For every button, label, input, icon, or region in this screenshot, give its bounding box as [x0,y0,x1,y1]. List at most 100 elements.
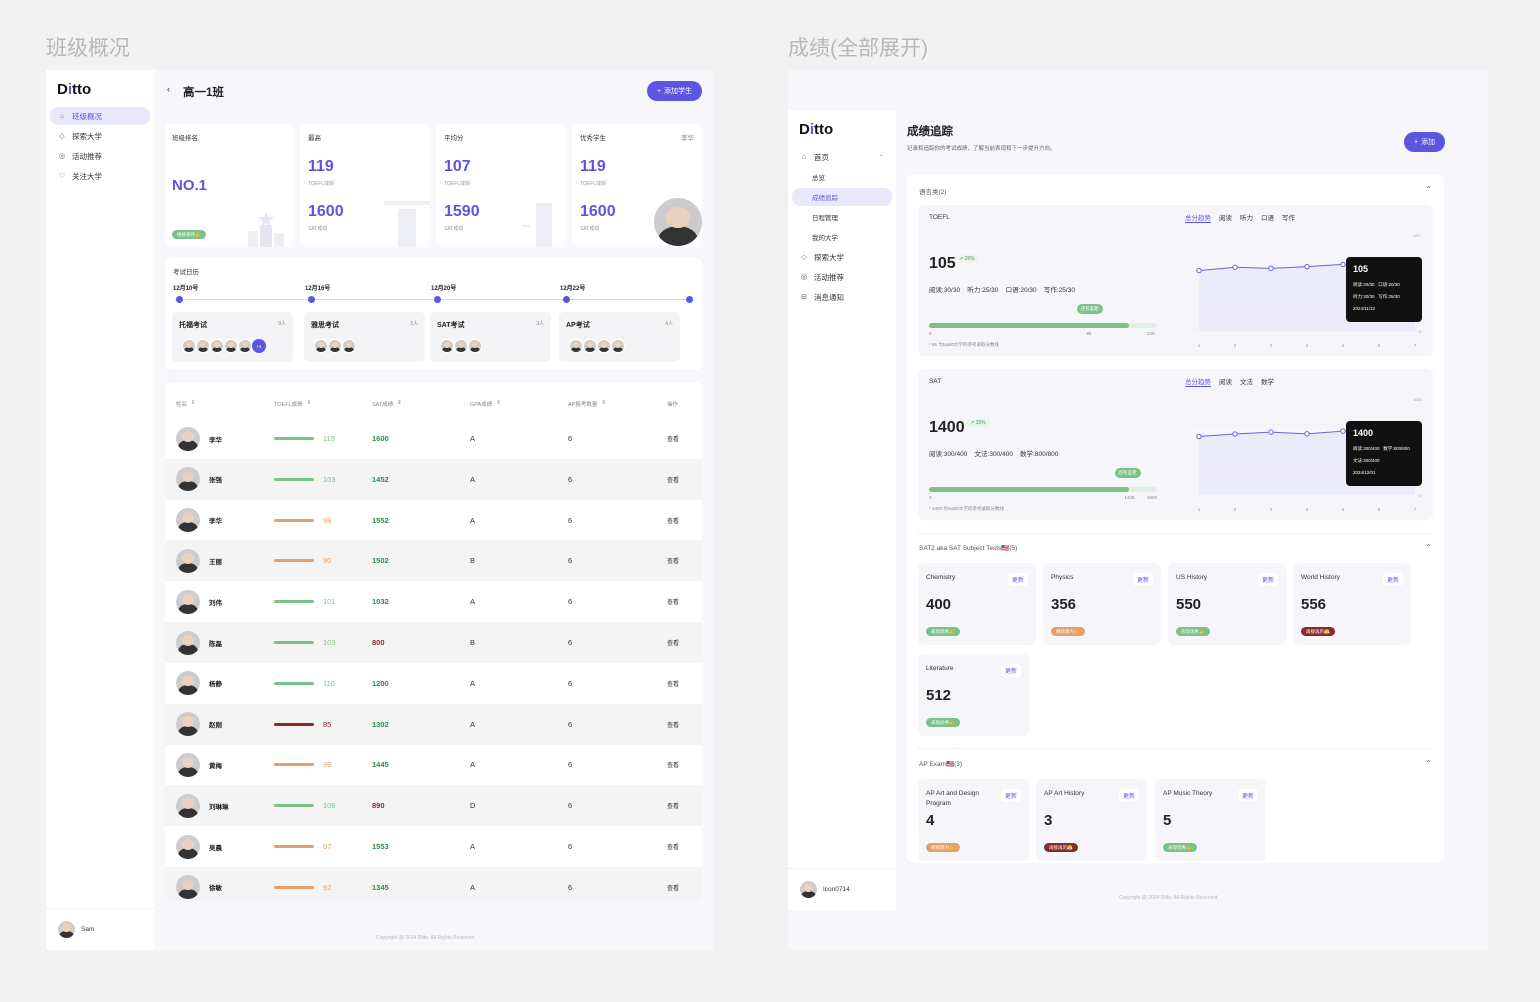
column-header[interactable]: TOEFL成绩 ⇕ [274,400,311,408]
column-header[interactable]: SAT成绩 ⇕ [372,400,402,408]
update-button[interactable]: 更新 [1257,573,1278,586]
view-link[interactable]: 查看 [667,516,679,525]
column-header[interactable]: GPA成绩 ⇕ [470,400,501,408]
table-row[interactable]: 杨静 110 1200 A 6 查看 [165,663,702,704]
data-point[interactable] [1196,267,1202,274]
trend-tab[interactable]: 听力 [1240,212,1253,223]
view-link[interactable]: 查看 [667,801,679,810]
logo[interactable]: Ditto [57,81,91,98]
trend-tab[interactable]: 总分趋势 [1185,212,1211,223]
plus-icon: + [656,87,662,95]
data-point[interactable] [1232,264,1238,270]
x-tick-label: 2 [1234,507,1237,512]
back-icon[interactable]: ‹ [167,84,170,94]
subject-card[interactable]: Literature 更新 512 表现优秀👍 [918,654,1029,736]
sidebar-item-6[interactable]: ◎ 活动推荐 [792,268,892,286]
user-profile[interactable]: Sam [46,908,154,950]
sidebar-item-2[interactable]: 成绩追踪 [792,188,892,206]
data-point[interactable] [1196,433,1202,440]
trend-tab[interactable]: 文法 [1240,376,1253,387]
sidebar-item-0[interactable]: ⌂ 班级概况 [50,107,150,125]
sidebar-item-7[interactable]: ⊟ 消息通知 [792,288,892,306]
exam-card[interactable]: SAT考试 3人 [430,312,551,362]
view-link[interactable]: 查看 [667,842,679,851]
data-point[interactable] [1232,431,1238,437]
table-row[interactable]: 张强 103 1452 A 6 查看 [165,458,702,500]
trend-tab[interactable]: 阅读 [1219,212,1232,223]
subject-card[interactable]: World History 更新 556 再接再厉😤 [1293,563,1411,645]
table-row[interactable]: 徐敏 92 1345 A 6 查看 [165,866,702,902]
data-point[interactable] [1268,429,1274,435]
view-link[interactable]: 查看 [667,556,679,565]
user-profile[interactable]: Icon0714 [788,868,896,910]
update-button[interactable]: 更新 [1118,789,1139,802]
collapse-ap-icon[interactable]: ⌃ [1425,759,1432,768]
subject-card[interactable]: AP Art and Design Program 更新 4 继续努力💪 [918,779,1029,861]
sidebar-item-3[interactable]: ♡ 关注大学 [50,167,150,185]
sort-icon[interactable]: ⇕ [496,400,501,408]
sidebar-item-0[interactable]: ⌂ 首页 ⌃ [792,148,892,166]
update-button[interactable]: 更新 [1000,664,1021,677]
table-row[interactable]: 吴晨 97 1553 A 6 查看 [165,826,702,867]
sort-icon[interactable]: ⇕ [191,400,196,408]
trend-tab[interactable]: 阅读 [1219,376,1232,387]
sort-icon[interactable]: ⇕ [397,400,402,408]
table-row[interactable]: 黄梅 99 1445 A 6 查看 [165,744,702,785]
table-row[interactable]: 赵刚 85 1302 A 6 查看 [165,703,702,745]
trend-tab[interactable]: 写作 [1282,212,1295,223]
chevron-up-icon[interactable]: ⌃ [879,154,884,161]
subject-card[interactable]: US History 更新 550 表现优秀👍 [1168,563,1286,645]
view-link[interactable]: 查看 [667,760,679,769]
exam-card[interactable]: 托福考试 9人 +4 [172,312,293,362]
update-button[interactable]: 更新 [1237,789,1258,802]
table-row[interactable]: 王丽 90 1502 B 6 查看 [165,540,702,582]
more-avatars-count[interactable]: +4 [252,339,266,353]
table-row[interactable]: 刘琳琳 108 890 D 6 查看 [165,785,702,827]
update-button[interactable]: 更新 [1000,789,1021,802]
sidebar-item-3[interactable]: 日程管理 [792,208,892,226]
data-point[interactable] [1304,263,1310,270]
sidebar-item-4[interactable]: 我的大学 [792,228,892,246]
data-point[interactable] [1340,428,1346,434]
sidebar-item-1[interactable]: 总览 [792,168,892,186]
trend-tab[interactable]: 总分趋势 [1185,376,1211,387]
add-score-button[interactable]: + 添加 [1404,132,1445,152]
exam-card[interactable]: 雅思考试 3人 [304,312,425,362]
update-button[interactable]: 更新 [1382,573,1403,586]
sidebar-item-1[interactable]: ◇ 探索大学 [50,127,150,145]
subject-card[interactable]: AP Music Theory 更新 5 表现优秀👍 [1155,779,1266,861]
sidebar-item-5[interactable]: ◇ 探索大学 [792,248,892,266]
view-link[interactable]: 查看 [667,679,679,688]
sidebar-item-2[interactable]: ◎ 活动推荐 [50,147,150,165]
add-student-button[interactable]: + 添加学生 [647,81,702,101]
update-button[interactable]: 更新 [1007,573,1028,586]
trend-tab[interactable]: 数学 [1261,376,1274,387]
data-point[interactable] [1268,265,1274,272]
logo[interactable]: Ditto [799,121,833,138]
view-link[interactable]: 查看 [667,434,679,443]
table-row[interactable]: 李华 98 1552 A 6 查看 [165,500,702,541]
data-point[interactable] [1304,431,1310,437]
view-link[interactable]: 查看 [667,883,679,892]
table-row[interactable]: 刘伟 101 1032 A 6 查看 [165,581,702,622]
table-row[interactable]: 陈磊 103 800 B 6 查看 [165,622,702,663]
view-link[interactable]: 查看 [667,597,679,606]
update-button[interactable]: 更新 [1132,573,1153,586]
subject-card[interactable]: AP Art History 更新 3 再接再厉😤 [1036,779,1147,861]
view-link[interactable]: 查看 [667,720,679,729]
view-link[interactable]: 查看 [667,475,679,484]
view-link[interactable]: 查看 [667,638,679,647]
subject-card[interactable]: Chemistry 更新 400 表现优秀👍 [918,563,1036,645]
exam-card[interactable]: AP考试 4人 [559,312,680,362]
subject-card[interactable]: Physics 更新 356 继续努力💪 [1043,563,1161,645]
column-header[interactable]: AP报考数量 ⇕ [568,400,606,408]
data-point[interactable] [1340,261,1346,268]
sort-icon[interactable]: ⇕ [307,400,312,408]
collapse-language-icon[interactable]: ⌃ [1425,185,1432,194]
trend-tab[interactable]: 口语 [1261,212,1274,223]
table-row[interactable]: 李华 119 1600 A 6 查看 [165,418,702,459]
sort-icon[interactable]: ⇕ [601,400,606,408]
top-student-card[interactable]: 优秀学生 李华 119 TOEFL成绩 1600 SAT成绩 [572,124,702,247]
column-header[interactable]: 姓名 ⇕ [176,400,196,408]
collapse-sat2-icon[interactable]: ⌃ [1425,543,1432,552]
